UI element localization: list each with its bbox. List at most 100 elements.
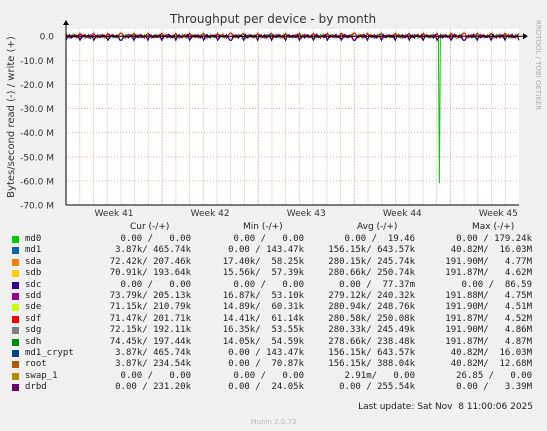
legend-min-value: 0.00 / 0.00 — [233, 370, 304, 381]
legend-max-value: 0.00 / 179.24k — [456, 234, 532, 244]
legend-row: sdc 0.00 / 0.00 0.00 / 0.00 0.00 / 77.37m 0.… — [0, 280, 547, 291]
legend-min-value: 0.00 / 143.47k — [228, 245, 304, 256]
legend-min-value: 0.00 / 0.00 — [233, 279, 304, 290]
legend-avg-value: 278.66k/ 238.48k — [328, 336, 415, 347]
legend-series-name: sdd — [25, 291, 42, 301]
legend-avg-value: 280.33k/ 245.49k — [328, 325, 415, 336]
legend-table: Cur (-/+) Min (-/+) Avg (-/+) Max (-/+) … — [0, 0, 547, 431]
legend-max-value: 191.88M/ 4.75M — [445, 291, 532, 301]
legend-avg-value: 0.00 / 19.46 — [344, 234, 415, 244]
legend-swatch — [12, 338, 19, 346]
legend-cur-value: 72.15k/ 192.11k — [109, 325, 191, 336]
legend-avg-value: 280.66k/ 250.74k — [328, 268, 415, 279]
legend-avg-value: 280.15k/ 245.74k — [328, 256, 415, 267]
legend-cur-value: 0.00 / 0.00 — [120, 370, 191, 381]
legend-row: sdf 71.47k/ 201.71k 14.41k/ 61.14k 280.58k/… — [0, 314, 547, 325]
legend-cur-value: 3.87k/ 465.74k — [115, 348, 191, 358]
munin-version: Munin 2.0.73 — [250, 418, 297, 426]
legend-avg-value: 156.15k/ 643.57k — [328, 245, 415, 256]
legend-cur-value: 71.47k/ 201.71k — [109, 313, 191, 324]
legend-series-name: sde — [25, 302, 42, 313]
legend-max-value: 191.90M/ 4.51M — [445, 302, 532, 313]
legend-min-value: 14.05k/ 54.59k — [222, 336, 304, 347]
legend-avg-value: 2.91m/ 0.00 — [344, 370, 415, 381]
legend-series-name: drbd — [25, 382, 47, 393]
legend-swatch — [12, 281, 19, 289]
legend-max-value: 191.90M/ 4.77M — [445, 256, 532, 267]
legend-cur-value: 0.00 / 0.00 — [120, 234, 191, 244]
legend-row: root 3.87k/ 234.54k 0.00 / 70.87k 156.15k/ … — [0, 359, 547, 370]
legend-cur-value: 74.45k/ 197.44k — [109, 336, 191, 347]
legend-row: sda 72.42k/ 207.46k 17.40k/ 58.25k 280.15k/… — [0, 257, 547, 268]
legend-avg-value: 280.94k/ 248.76k — [328, 302, 415, 313]
legend-swatch — [12, 361, 19, 369]
legend-min-value: 14.89k/ 60.31k — [222, 302, 304, 313]
legend-max-value: 191.87M/ 4.87M — [445, 336, 532, 347]
legend-header-cur: Cur (-/+) — [130, 222, 170, 232]
legend-min-value: 0.00 / 24.05k — [228, 382, 304, 393]
legend-series-name: sdf — [25, 313, 42, 324]
legend-cur-value: 73.79k/ 205.13k — [109, 291, 191, 301]
legend-series-name: sdc — [25, 279, 42, 290]
legend-swatch — [12, 258, 19, 266]
legend-cur-value: 72.42k/ 207.46k — [109, 256, 191, 267]
legend-series-name: md0 — [25, 234, 42, 244]
legend-min-value: 0.00 / 70.87k — [228, 359, 304, 370]
legend-avg-value: 0.00 / 255.54k — [339, 382, 415, 393]
legend-row: swap_1 0.00 / 0.00 0.00 / 0.00 2.91m/ 0.00 2… — [0, 371, 547, 382]
legend-swatch — [12, 384, 19, 392]
legend-max-value: 191.87M/ 4.52M — [445, 313, 532, 324]
legend-swatch — [12, 315, 19, 323]
legend-swatch — [12, 247, 19, 255]
legend-header-min: Min (-/+) — [243, 222, 283, 232]
legend-row: sdb 70.91k/ 193.64k 15.56k/ 57.39k 280.66k/… — [0, 268, 547, 279]
legend-row: drbd 0.00 / 231.20k 0.00 / 24.05k 0.00 / 25… — [0, 382, 547, 393]
legend-series-name: md1 — [25, 245, 42, 256]
legend-swatch — [12, 293, 19, 300]
legend-avg-value: 279.12k/ 240.32k — [328, 291, 415, 301]
legend-avg-value: 280.58k/ 250.08k — [328, 313, 415, 324]
legend-row: sdd 73.79k/ 205.13k 16.87k/ 53.10k 279.12k/… — [0, 291, 547, 302]
legend-cur-value: 70.91k/ 193.64k — [109, 268, 191, 279]
legend-swatch — [12, 304, 19, 312]
legend-cur-value: 3.87k/ 234.54k — [115, 359, 191, 370]
legend-row: sdg 72.15k/ 192.11k 16.35k/ 53.55k 280.33k/… — [0, 325, 547, 336]
legend-min-value: 0.00 / 143.47k — [228, 348, 304, 358]
legend-row: md0 0.00 / 0.00 0.00 / 0.00 0.00 / 19.46 0.0… — [0, 234, 547, 245]
legend-swatch — [12, 327, 19, 335]
legend-swatch — [12, 236, 19, 243]
legend-header-avg: Avg (-/+) — [357, 222, 398, 232]
legend-max-value: 0.00 / 86.59 — [461, 279, 532, 290]
legend-swatch — [12, 270, 19, 278]
legend-max-value: 0.00 / 3.39M — [456, 382, 532, 393]
legend-row: sde 71.15k/ 210.79k 14.89k/ 60.31k 280.94k/… — [0, 302, 547, 313]
legend-row: md1_crypt 3.87k/ 465.74k 0.00 / 143.47k 156… — [0, 348, 547, 359]
legend-min-value: 0.00 / 0.00 — [233, 234, 304, 244]
legend-min-value: 17.40k/ 58.25k — [222, 256, 304, 267]
legend-series-name: sda — [25, 256, 42, 267]
legend-cur-value: 3.87k/ 465.74k — [115, 245, 191, 256]
legend-cur-value: 0.00 / 0.00 — [120, 279, 191, 290]
legend-cur-value: 71.15k/ 210.79k — [109, 302, 191, 313]
legend-series-name: swap_1 — [25, 370, 58, 381]
legend-min-value: 16.35k/ 53.55k — [222, 325, 304, 336]
legend-row: md1 3.87k/ 465.74k 0.00 / 143.47k 156.15k/ … — [0, 245, 547, 256]
legend-max-value: 191.87M/ 4.62M — [445, 268, 532, 279]
legend-avg-value: 156.15k/ 388.04k — [328, 359, 415, 370]
legend-series-name: sdg — [25, 325, 42, 336]
legend-series-name: sdb — [25, 268, 42, 279]
legend-avg-value: 0.00 / 77.37m — [339, 279, 415, 290]
legend-swatch — [12, 350, 19, 357]
legend-max-value: 191.90M/ 4.86M — [445, 325, 532, 336]
legend-max-value: 26.85 / 0.00 — [456, 370, 532, 381]
munin-graph: 0.0 -10.0 M -20.0 M -30.0 M -40.0 M -50.0 M -6… — [0, 0, 547, 431]
legend-max-value: 40.82M/ 12.68M — [450, 359, 532, 370]
legend-min-value: 15.56k/ 57.39k — [222, 268, 304, 279]
legend-swatch — [12, 372, 19, 380]
legend-max-value: 40.82M/ 16.03M — [450, 348, 532, 358]
legend-min-value: 16.87k/ 53.10k — [222, 291, 304, 301]
legend-series-name: sdh — [25, 336, 42, 347]
last-update: Last update: Sat Nov 8 11:00:06 2025 — [358, 402, 533, 412]
legend-row: sdh 74.45k/ 197.44k 14.05k/ 54.59k 278.66k/… — [0, 337, 547, 348]
legend-avg-value: 156.15k/ 643.57k — [328, 348, 415, 358]
